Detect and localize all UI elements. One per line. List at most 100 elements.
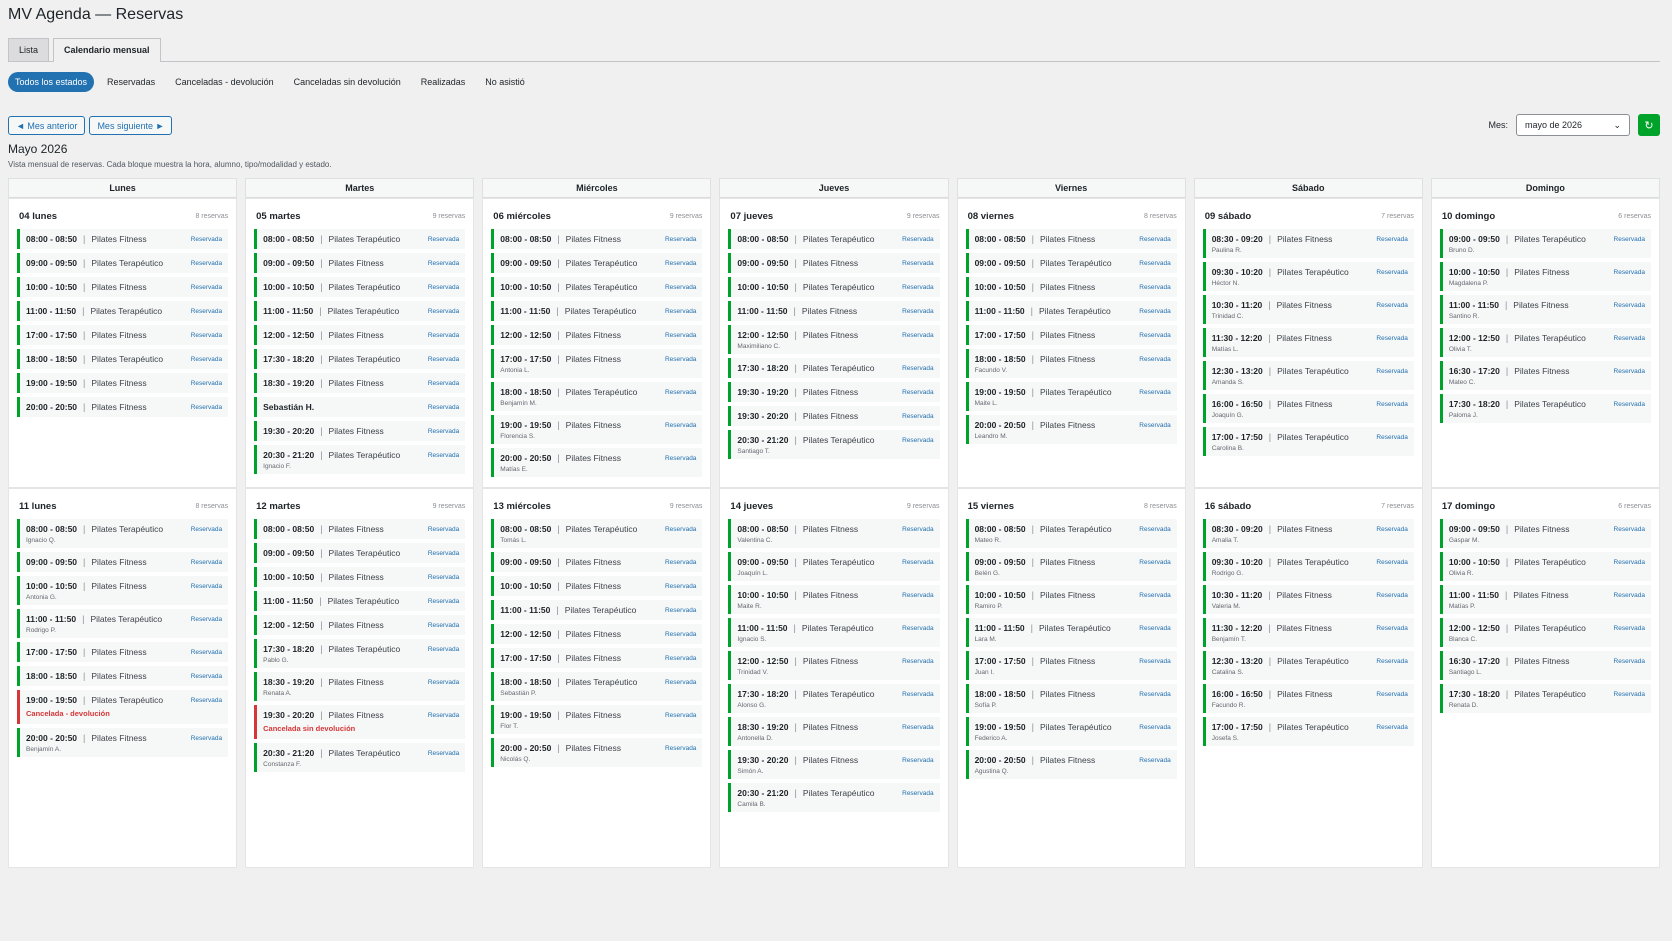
booking-item[interactable]: 17:00 - 17:50 | Pilates Terapéutico Reserva… xyxy=(1202,427,1414,456)
booking-item[interactable]: 08:00 - 08:50 | Pilates Fitness Reservada Va… xyxy=(728,519,940,548)
booking-item[interactable]: 11:00 - 11:50 | Pilates Terapéutico Reserva… xyxy=(17,609,229,638)
booking-item[interactable]: 09:00 - 09:50 | Pilates Fitness Reservada xyxy=(491,552,703,572)
booking-item[interactable]: 17:30 - 18:20 | Pilates Terapéutico Reserva… xyxy=(728,358,940,378)
booking-item[interactable]: 09:00 - 09:50 | Pilates Fitness Reservada Ga… xyxy=(1439,519,1651,548)
next-month-button[interactable]: Mes siguiente ► xyxy=(89,115,173,135)
booking-item[interactable]: 10:00 - 10:50 | Pilates Fitness Reservada Ma… xyxy=(1439,262,1651,291)
booking-item[interactable]: 08:00 - 08:50 | Pilates Terapéutico Reserva… xyxy=(965,519,1177,548)
booking-item[interactable]: 20:30 - 21:20 | Pilates Terapéutico Reserva… xyxy=(254,445,466,474)
booking-item[interactable]: 09:00 - 09:50 | Pilates Fitness Reservada xyxy=(728,253,940,273)
booking-item[interactable]: 10:00 - 10:50 | Pilates Fitness Reservada xyxy=(965,277,1177,297)
booking-item[interactable]: 19:00 - 19:50 | Pilates Terapéutico Reserva… xyxy=(965,717,1177,746)
booking-item[interactable]: 17:00 - 17:50 | Pilates Fitness Reservada xyxy=(17,642,229,662)
booking-item[interactable]: 20:30 - 21:20 | Pilates Terapéutico Reserva… xyxy=(254,743,466,772)
booking-item[interactable]: 11:00 - 11:50 | Pilates Terapéutico Reserva… xyxy=(254,591,466,611)
booking-item[interactable]: 10:00 - 10:50 | Pilates Fitness Reservada Ma… xyxy=(728,585,940,614)
booking-item[interactable]: 18:30 - 19:20 | Pilates Fitness Reservada An… xyxy=(728,717,940,746)
booking-item[interactable]: 20:00 - 20:50 | Pilates Fitness Reservada Ni… xyxy=(491,738,703,767)
booking-item[interactable]: 19:00 - 19:50 | Pilates Terapéutico Reserva… xyxy=(965,382,1177,411)
booking-item[interactable]: 09:00 - 09:50 | Pilates Terapéutico Reserva… xyxy=(728,552,940,581)
booking-item[interactable]: 19:30 - 20:20 | Pilates Fitness Reservada Si… xyxy=(728,750,940,779)
booking-item[interactable]: 11:30 - 12:20 | Pilates Fitness Reservada Ma… xyxy=(1202,328,1414,357)
booking-item[interactable]: 18:00 - 18:50 | Pilates Terapéutico Reserva… xyxy=(491,672,703,701)
booking-item[interactable]: 12:30 - 13:20 | Pilates Terapéutico Reserva… xyxy=(1202,651,1414,680)
booking-item[interactable]: 18:00 - 18:50 | Pilates Terapéutico Reserva… xyxy=(17,349,229,369)
booking-item[interactable]: 08:00 - 08:50 | Pilates Terapéutico Reserva… xyxy=(491,519,703,548)
booking-item[interactable]: 11:00 - 11:50 | Pilates Terapéutico Reserva… xyxy=(17,301,229,321)
booking-item[interactable]: 18:00 - 18:50 | Pilates Fitness Reservada xyxy=(17,666,229,686)
booking-item[interactable]: 10:30 - 11:20 | Pilates Fitness Reservada Va… xyxy=(1202,585,1414,614)
booking-item[interactable]: 11:00 - 11:50 | Pilates Fitness Reservada Sa… xyxy=(1439,295,1651,324)
booking-item[interactable]: 08:00 - 08:50 | Pilates Terapéutico Reserva… xyxy=(17,519,229,548)
booking-item[interactable]: 08:00 - 08:50 | Pilates Fitness Reservada xyxy=(17,229,229,249)
booking-item[interactable]: 20:00 - 20:50 | Pilates Fitness Reservada Be… xyxy=(17,728,229,757)
filter-todos[interactable]: Todos los estados xyxy=(8,72,95,92)
booking-item[interactable]: Sebastián H. Reservada xyxy=(254,397,466,417)
booking-item[interactable]: 16:30 - 17:20 | Pilates Fitness Reservada Sa… xyxy=(1439,651,1651,680)
booking-item[interactable]: 20:30 - 21:20 | Pilates Terapéutico Reserva… xyxy=(728,430,940,459)
booking-item[interactable]: 17:00 - 17:50 | Pilates Fitness Reservada xyxy=(965,325,1177,345)
filter-canceladas-sin-devolucion[interactable]: Canceladas sin devolución xyxy=(287,72,408,92)
booking-item[interactable]: 17:00 - 17:50 | Pilates Fitness Reservada An… xyxy=(491,349,703,378)
booking-item[interactable]: 17:00 - 17:50 | Pilates Terapéutico Reserva… xyxy=(1202,717,1414,746)
booking-item[interactable]: 12:00 - 12:50 | Pilates Fitness Reservada xyxy=(491,624,703,644)
booking-item[interactable]: 09:00 - 09:50 | Pilates Terapéutico Reserva… xyxy=(491,253,703,273)
booking-item[interactable]: 09:30 - 10:20 | Pilates Terapéutico Reserva… xyxy=(1202,262,1414,291)
booking-item[interactable]: 16:00 - 16:50 | Pilates Fitness Reservada Fa… xyxy=(1202,684,1414,713)
prev-month-button[interactable]: ◄ Mes anterior xyxy=(8,115,86,135)
booking-item[interactable]: 11:00 - 11:50 | Pilates Terapéutico Reserva… xyxy=(965,618,1177,647)
booking-item[interactable]: 09:00 - 09:50 | Pilates Terapéutico Reserva… xyxy=(965,253,1177,273)
booking-item[interactable]: 09:00 - 09:50 | Pilates Fitness Reservada Be… xyxy=(965,552,1177,581)
filter-reservadas[interactable]: Reservadas xyxy=(100,72,162,92)
booking-item[interactable]: 09:30 - 10:20 | Pilates Terapéutico Reserva… xyxy=(1202,552,1414,581)
booking-item[interactable]: 08:00 - 08:50 | Pilates Terapéutico Reserva… xyxy=(728,229,940,249)
booking-item[interactable]: 12:00 - 12:50 | Pilates Fitness Reservada xyxy=(491,325,703,345)
booking-item[interactable]: 16:30 - 17:20 | Pilates Fitness Reservada Ma… xyxy=(1439,361,1651,390)
booking-item[interactable]: 10:00 - 10:50 | Pilates Terapéutico Reserva… xyxy=(254,277,466,297)
booking-item[interactable]: 17:00 - 17:50 | Pilates Fitness Reservada Ju… xyxy=(965,651,1177,680)
booking-item[interactable]: 10:00 - 10:50 | Pilates Fitness Reservada Ra… xyxy=(965,585,1177,614)
tab-calendario-mensual[interactable]: Calendario mensual xyxy=(53,38,161,62)
booking-item[interactable]: 12:00 - 12:50 | Pilates Fitness Reservada xyxy=(254,325,466,345)
booking-item[interactable]: 11:00 - 11:50 | Pilates Fitness Reservada xyxy=(728,301,940,321)
booking-item[interactable]: 17:30 - 18:20 | Pilates Terapéutico Reserva… xyxy=(1439,394,1651,423)
booking-item[interactable]: 09:00 - 09:50 | Pilates Fitness Reservada xyxy=(17,552,229,572)
booking-item[interactable]: 20:30 - 21:20 | Pilates Terapéutico Reserva… xyxy=(728,783,940,812)
booking-item[interactable]: 20:00 - 20:50 | Pilates Fitness Reservada Ma… xyxy=(491,448,703,477)
booking-item[interactable]: 20:00 - 20:50 | Pilates Fitness Reservada Le… xyxy=(965,415,1177,444)
booking-item[interactable]: 12:00 - 12:50 | Pilates Terapéutico Reserva… xyxy=(1439,618,1651,647)
booking-item[interactable]: 18:00 - 18:50 | Pilates Terapéutico Reserva… xyxy=(491,382,703,411)
booking-item[interactable]: 09:00 - 09:50 | Pilates Terapéutico Reserva… xyxy=(17,253,229,273)
booking-item[interactable]: 09:00 - 09:50 | Pilates Fitness Reservada xyxy=(254,253,466,273)
booking-item[interactable]: 17:00 - 17:50 | Pilates Fitness Reservada xyxy=(17,325,229,345)
booking-item[interactable]: 11:00 - 11:50 | Pilates Terapéutico Reserva… xyxy=(491,301,703,321)
booking-item[interactable]: 19:00 - 19:50 | Pilates Fitness Reservada Fl… xyxy=(491,415,703,444)
booking-item[interactable]: 20:00 - 20:50 | Pilates Fitness Reservada xyxy=(17,397,229,417)
booking-item[interactable]: 10:30 - 11:20 | Pilates Fitness Reservada Tr… xyxy=(1202,295,1414,324)
booking-item[interactable]: 18:00 - 18:50 | Pilates Fitness Reservada Fa… xyxy=(965,349,1177,378)
filter-canceladas-devolucion[interactable]: Canceladas - devolución xyxy=(168,72,281,92)
refresh-button[interactable]: ↻ xyxy=(1638,114,1660,136)
booking-item[interactable]: 12:00 - 12:50 | Pilates Fitness Reservada Ma… xyxy=(728,325,940,354)
booking-item[interactable]: 08:00 - 08:50 | Pilates Fitness Reservada xyxy=(965,229,1177,249)
booking-item[interactable]: 11:00 - 11:50 | Pilates Terapéutico Reserva… xyxy=(491,600,703,620)
filter-no-asistio[interactable]: No asistió xyxy=(478,72,532,92)
booking-item[interactable]: 11:00 - 11:50 | Pilates Terapéutico Reserva… xyxy=(728,618,940,647)
booking-item[interactable]: 16:00 - 16:50 | Pilates Fitness Reservada Jo… xyxy=(1202,394,1414,423)
booking-item[interactable]: 19:30 - 19:20 | Pilates Fitness Reservada xyxy=(728,382,940,402)
booking-item[interactable]: 12:00 - 12:50 | Pilates Fitness Reservada xyxy=(254,615,466,635)
booking-item[interactable]: 12:00 - 12:50 | Pilates Terapéutico Reserva… xyxy=(1439,328,1651,357)
booking-item[interactable]: 12:30 - 13:20 | Pilates Terapéutico Reserva… xyxy=(1202,361,1414,390)
booking-item[interactable]: 10:00 - 10:50 | Pilates Fitness Reservada xyxy=(491,576,703,596)
booking-item[interactable]: 18:00 - 18:50 | Pilates Fitness Reservada So… xyxy=(965,684,1177,713)
booking-item[interactable]: 19:30 - 20:20 | Pilates Fitness Reservada Ca… xyxy=(254,705,466,739)
booking-item[interactable]: 19:00 - 19:50 | Pilates Fitness Reservada xyxy=(17,373,229,393)
booking-item[interactable]: 11:30 - 12:20 | Pilates Fitness Reservada Be… xyxy=(1202,618,1414,647)
filter-realizadas[interactable]: Realizadas xyxy=(414,72,473,92)
booking-item[interactable]: 17:30 - 18:20 | Pilates Terapéutico Reserva… xyxy=(728,684,940,713)
booking-item[interactable]: 08:30 - 09:20 | Pilates Fitness Reservada Pa… xyxy=(1202,229,1414,258)
booking-item[interactable]: 19:30 - 20:20 | Pilates Fitness Reservada xyxy=(728,406,940,426)
booking-item[interactable]: 08:30 - 09:20 | Pilates Fitness Reservada Am… xyxy=(1202,519,1414,548)
booking-item[interactable]: 18:30 - 19:20 | Pilates Fitness Reservada Re… xyxy=(254,672,466,701)
booking-item[interactable]: 10:00 - 10:50 | Pilates Terapéutico Reserva… xyxy=(1439,552,1651,581)
